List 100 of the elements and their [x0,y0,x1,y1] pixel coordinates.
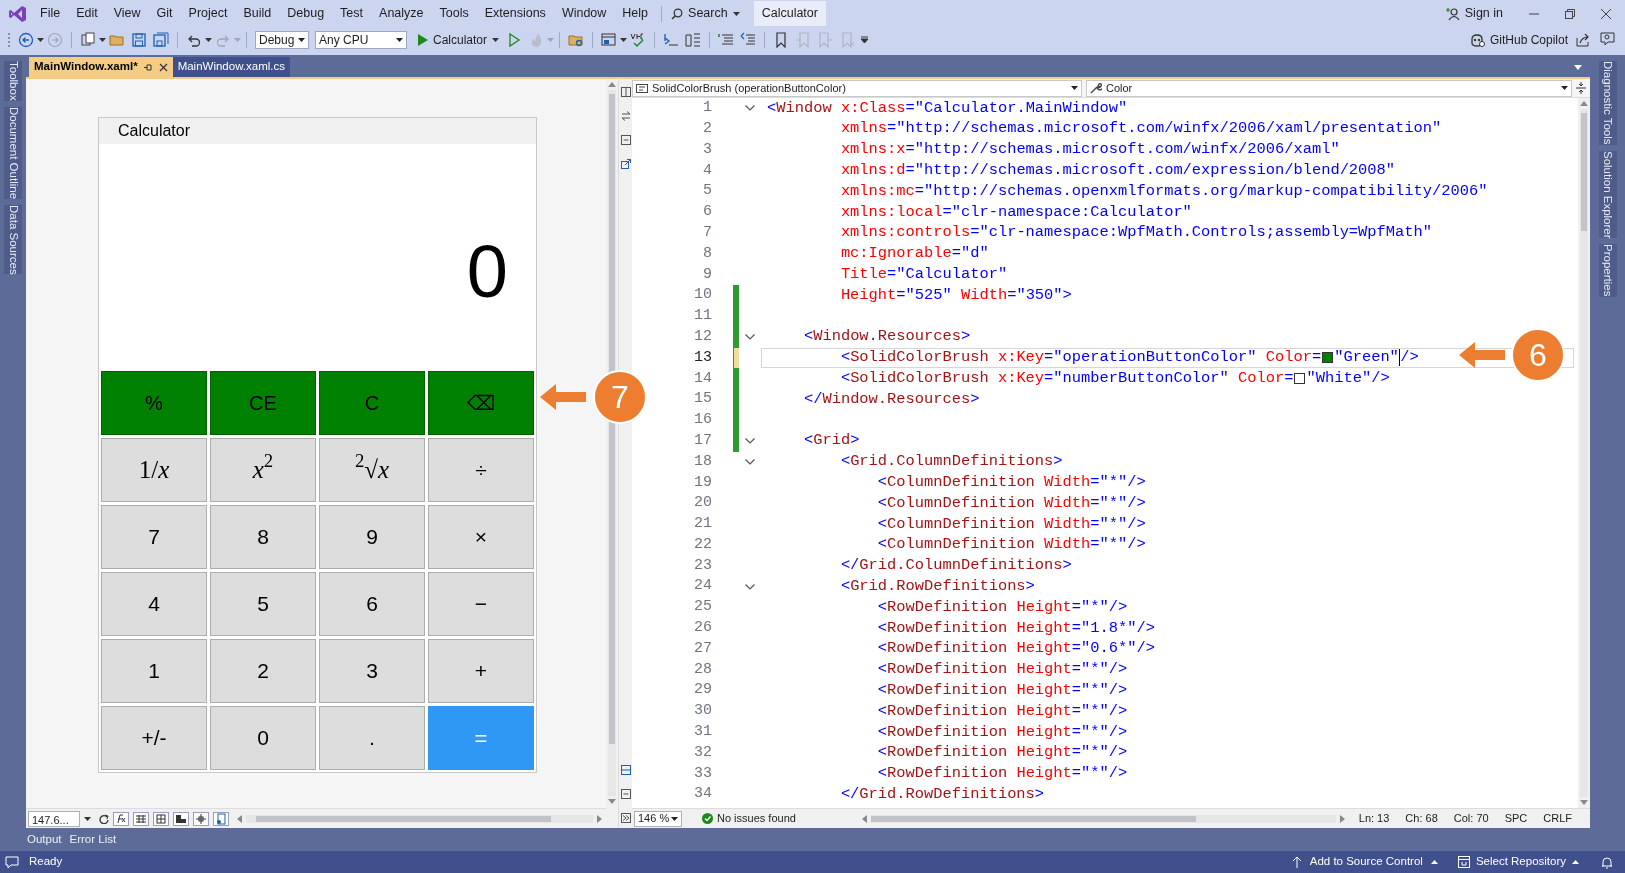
close-icon[interactable] [158,62,168,72]
menu-item[interactable]: Analyze [371,1,432,26]
copilot-button[interactable]: GitHub Copilot [1469,29,1568,50]
snap-lines-icon[interactable] [193,811,209,826]
caret-icon[interactable] [1574,65,1582,70]
keypad-button[interactable]: x$^{2}$ [210,438,316,502]
start-button[interactable]: Calculator [414,29,504,50]
keypad-button[interactable]: $^{2}$√x [319,438,425,502]
keypad-button[interactable]: − [428,572,534,636]
status-item[interactable]: Ln: 13 [1350,810,1398,827]
tool-window-tab[interactable]: Data Sources [4,204,22,275]
status-item[interactable]: SPC [1496,810,1536,827]
scroll-left-icon[interactable] [237,814,242,823]
scroll-left-icon[interactable] [861,814,867,823]
document-tab[interactable]: MainWindow.xaml.cs [172,57,290,77]
notification-icon[interactable] [5,855,19,869]
overflow-icon[interactable] [861,36,869,43]
menu-item[interactable]: Test [332,1,372,26]
scroll-down-icon[interactable] [1580,800,1588,805]
keypad-button[interactable]: × [428,505,534,569]
scroll-right-icon[interactable] [597,814,602,823]
restore-icon[interactable] [1565,8,1575,19]
menu-item[interactable]: Edit [68,1,106,26]
tool-window-tab[interactable]: Properties [1598,244,1617,297]
menu-item[interactable]: Tools [431,1,477,26]
new-item-icon[interactable] [80,31,96,48]
collapse-icon[interactable] [745,438,755,445]
scroll-up-icon[interactable] [608,82,616,87]
vertical-split-icon[interactable] [620,789,631,799]
indent-icon[interactable] [663,31,680,48]
keypad-button[interactable]: +/- [101,706,207,770]
horizontal-split-icon[interactable] [620,765,631,775]
formula-icon[interactable] [113,811,129,826]
member-dropdown[interactable]: SolidColorBrush (operationButtonColor) [632,79,1082,97]
keypad-button[interactable]: 7 [101,505,207,569]
platform-dropdown[interactable]: Any CPU [315,30,407,49]
keypad-button[interactable]: 8 [210,505,316,569]
sign-in-button[interactable]: Sign in [1445,3,1503,24]
keypad-button[interactable]: 4 [101,572,207,636]
tool-window-tab[interactable]: Diagnostic Tools [1598,61,1617,145]
collapse-icon[interactable] [745,334,755,341]
scroll-right-icon[interactable] [1339,814,1345,823]
expand-icon[interactable] [620,813,631,823]
popout-icon[interactable] [620,159,631,169]
menu-item[interactable]: Extensions [476,1,554,26]
keypad-button[interactable]: 5 [210,572,316,636]
menu-item[interactable]: View [105,1,149,26]
keypad-button[interactable]: 0 [210,706,316,770]
keypad-button[interactable]: C [319,371,425,435]
scroll-down-icon[interactable] [608,799,616,804]
keypad-button[interactable]: . [319,706,425,770]
search-button[interactable]: Search [667,3,744,24]
grid-icon[interactable] [133,811,149,826]
menu-item[interactable]: Help [614,1,657,26]
status-item[interactable]: Ch: 68 [1397,810,1446,827]
collapse-icon[interactable] [745,583,755,590]
menu-item[interactable]: Debug [279,1,333,26]
configuration-dropdown[interactable]: Debug [255,30,309,49]
keypad-button[interactable]: 3 [319,639,425,703]
save-all-icon[interactable] [153,31,169,48]
outdent-icon[interactable] [685,31,702,48]
pin-icon[interactable] [143,62,153,72]
keypad-button[interactable]: 9 [319,505,425,569]
tool-window-tab[interactable]: Solution Explorer [1598,150,1617,239]
save-icon[interactable] [131,31,147,48]
status-item[interactable]: CRLF [1535,810,1580,827]
contrast-icon[interactable] [173,811,189,826]
close-icon[interactable] [1601,8,1611,19]
keypad-button[interactable]: + [428,639,534,703]
keypad-button[interactable]: 6 [319,572,425,636]
device-icon[interactable] [213,811,229,826]
collapse-icon[interactable] [745,105,755,112]
menu-item[interactable]: Git [148,1,181,26]
repository-button[interactable]: Select Repository [1457,853,1579,871]
split-view-icon[interactable] [620,87,631,97]
refresh-icon[interactable] [99,813,109,824]
keypad-button[interactable]: ÷ [428,438,534,502]
tool-window-tab[interactable]: Document Outline [4,106,22,199]
document-tab[interactable]: MainWindow.xaml* [29,57,173,77]
spell-check-icon[interactable] [630,31,647,48]
swap-icon[interactable] [620,111,631,121]
collapse-icon[interactable] [745,458,755,465]
color-swatch[interactable] [1322,352,1334,364]
zoom-dropdown[interactable]: 146 % [634,810,682,827]
back-icon[interactable] [18,31,34,48]
window-icon[interactable] [601,31,618,48]
keypad-button[interactable]: 1/x [101,438,207,502]
keypad-button[interactable]: 2 [210,639,316,703]
keypad-button[interactable]: CE [210,371,316,435]
app-logo-icon[interactable] [8,3,28,24]
source-control-button[interactable]: Add to Source Control [1291,853,1438,871]
menu-item[interactable]: Window [553,1,615,26]
bell-icon[interactable] [1601,855,1613,869]
comment-lines-icon[interactable] [718,31,735,48]
tool-window-tab[interactable]: Toolbox [4,61,22,101]
keypad-button[interactable]: % [101,371,207,435]
split-editor-icon[interactable] [1576,82,1586,94]
share-icon[interactable] [1576,32,1590,47]
issues-status[interactable]: No issues found [717,810,796,827]
uncomment-lines-icon[interactable] [740,31,757,48]
